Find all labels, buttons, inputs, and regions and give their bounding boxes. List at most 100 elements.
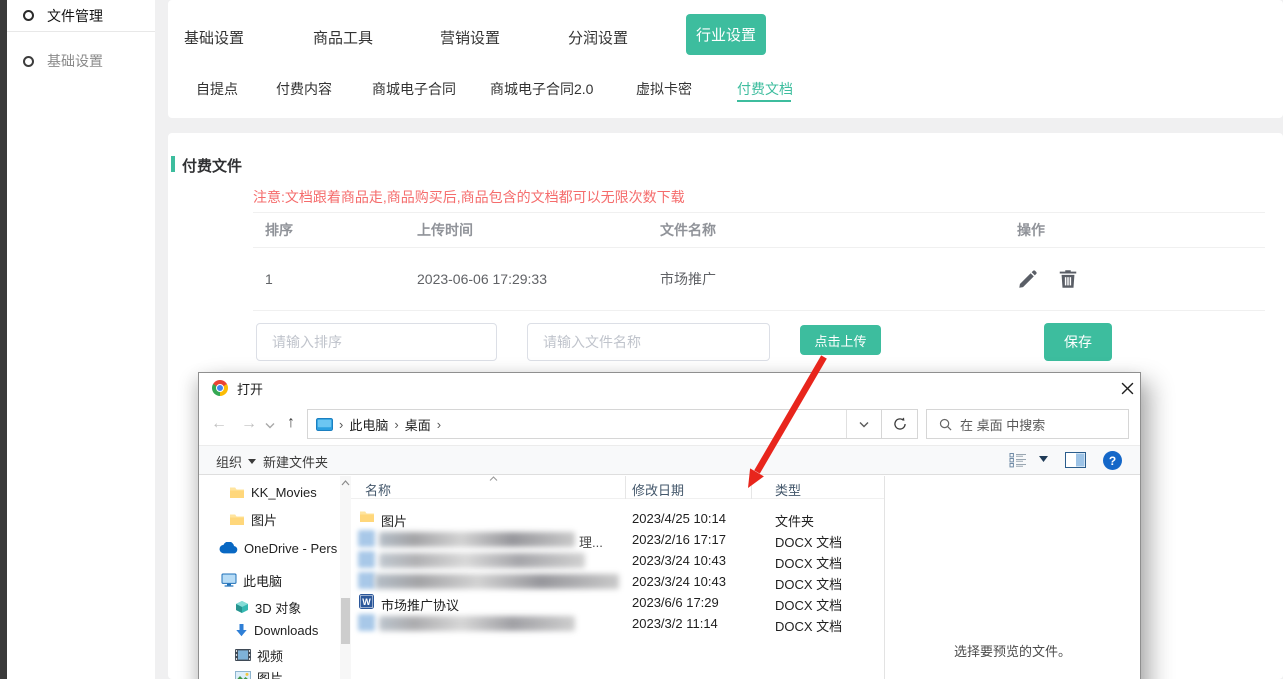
breadcrumb-this-pc[interactable]: 此电脑 [349, 415, 388, 434]
dialog-nav-row: ← → ↑ › 此电脑 › 桌面 › 在 桌面 中搜索 [199, 403, 1140, 445]
breadcrumb-desktop[interactable]: 桌面 [405, 415, 431, 434]
tab-industry-settings-active[interactable]: 行业设置 [686, 14, 766, 55]
cell-sort: 1 [265, 271, 417, 287]
column-date[interactable]: 修改日期 [632, 480, 684, 499]
redacted-file-icon [358, 530, 375, 547]
file-row-redacted[interactable]: 理... 2023/2/16 17:17 DOCX 文档 [351, 529, 884, 550]
file-type: DOCX 文档 [775, 532, 842, 551]
subtab-e-contract-2[interactable]: 商城电子合同2.0 [490, 79, 593, 99]
upload-button[interactable]: 点击上传 [800, 325, 881, 355]
tree-item-videos[interactable]: 视频 [199, 645, 340, 665]
file-name-tail: 理... [579, 532, 603, 551]
redacted-file-name [379, 616, 575, 631]
tree-item-kk-movies[interactable]: KK_Movies [199, 482, 340, 502]
column-type[interactable]: 类型 [775, 480, 801, 499]
tab-profit-settings[interactable]: 分润设置 [568, 27, 628, 48]
edit-pencil-icon[interactable] [1017, 268, 1039, 290]
forward-arrow-icon[interactable]: → [241, 416, 257, 432]
file-name-input[interactable] [527, 323, 770, 361]
breadcrumb-separator[interactable]: › [394, 417, 398, 432]
folder-icon [229, 513, 245, 526]
breadcrumb-separator: › [339, 417, 343, 432]
col-ops: 操作 [1017, 220, 1253, 240]
folder-tree: KK_Movies 图片 OneDrive - Pers 此电脑 3D 对象 D… [199, 476, 340, 679]
file-row-marketing-agreement[interactable]: W 市场推广协议 2023/6/6 17:29 DOCX 文档 [351, 592, 884, 613]
address-bar[interactable]: › 此电脑 › 桌面 › [307, 409, 918, 439]
sidebar-item-file-management[interactable]: 文件管理 [7, 0, 155, 32]
file-date: 2023/6/6 17:29 [632, 595, 719, 610]
redacted-file-name [375, 574, 619, 589]
sort-input[interactable] [256, 323, 497, 361]
cell-name: 市场推广 [660, 269, 1017, 289]
file-row-redacted[interactable]: 2023/3/2 11:14 DOCX 文档 [351, 613, 884, 634]
dialog-toolbar: 组织 新建文件夹 ? [199, 445, 1140, 475]
scrollbar-thumb[interactable] [341, 598, 350, 644]
subtab-e-contract[interactable]: 商城电子合同 [372, 79, 456, 99]
organize-menu[interactable]: 组织 [216, 452, 256, 471]
tree-item-downloads[interactable]: Downloads [199, 620, 340, 640]
preview-pane: 选择要预览的文件。 [884, 476, 1140, 679]
tree-item-pictures[interactable]: 图片 [199, 667, 340, 679]
onedrive-icon [219, 542, 238, 554]
new-folder-button[interactable]: 新建文件夹 [263, 452, 328, 471]
tab-basic-settings[interactable]: 基础设置 [184, 27, 244, 48]
refresh-button[interactable] [881, 410, 917, 438]
section-title: 付费文件 [182, 155, 242, 176]
file-type: DOCX 文档 [775, 574, 842, 593]
up-arrow-icon[interactable]: ↑ [287, 415, 295, 431]
file-row-redacted[interactable]: 2023/3/24 10:43 DOCX 文档 [351, 571, 884, 592]
file-name: 图片 [381, 511, 407, 530]
list-header: 名称 修改日期 类型 [351, 476, 884, 499]
subtab-pickup-point[interactable]: 自提点 [196, 79, 238, 99]
tree-item-this-pc[interactable]: 此电脑 [199, 570, 340, 590]
subtab-virtual-card[interactable]: 虚拟卡密 [636, 79, 692, 99]
save-button[interactable]: 保存 [1044, 323, 1112, 361]
delete-trash-icon[interactable] [1057, 268, 1079, 290]
details-view-icon[interactable] [1009, 452, 1028, 468]
row-actions [1017, 268, 1253, 290]
dialog-titlebar[interactable]: 打开 [199, 373, 1140, 403]
download-icon [235, 623, 248, 637]
help-icon[interactable]: ? [1103, 451, 1122, 470]
col-sort: 排序 [265, 220, 417, 240]
active-tab-underline [737, 100, 791, 102]
tree-scrollbar[interactable] [340, 476, 351, 679]
scroll-up-icon [341, 480, 350, 486]
tree-label: 图片 [257, 668, 283, 679]
radio-circle-icon [23, 56, 34, 67]
radio-circle-icon [23, 10, 34, 21]
tab-product-tools[interactable]: 商品工具 [313, 27, 373, 48]
tree-item-pictures-folder[interactable]: 图片 [199, 509, 340, 529]
col-time: 上传时间 [417, 220, 660, 240]
preview-pane-icon[interactable] [1065, 452, 1086, 468]
subtab-paid-content[interactable]: 付费内容 [276, 79, 332, 99]
tab-marketing-settings[interactable]: 营销设置 [440, 27, 500, 48]
dialog-close-button[interactable] [1112, 377, 1142, 399]
caret-down-icon [248, 459, 256, 464]
back-arrow-icon[interactable]: ← [211, 416, 227, 432]
warning-note: 注意:文档跟着商品走,商品购买后,商品包含的文档都可以无限次数下载 [253, 187, 685, 207]
search-box[interactable]: 在 桌面 中搜索 [926, 409, 1129, 439]
history-chevron-icon[interactable] [265, 422, 275, 429]
file-open-dialog: 打开 ← → ↑ › 此电脑 › 桌面 › [198, 372, 1141, 679]
table-row: 1 2023-06-06 17:29:33 市场推广 [253, 248, 1265, 311]
subtab-paid-docs-active[interactable]: 付费文档 [737, 79, 793, 99]
view-dropdown-icon[interactable] [1039, 456, 1048, 462]
address-dropdown-button[interactable] [846, 410, 881, 438]
cell-time: 2023-06-06 17:29:33 [417, 271, 660, 287]
redacted-file-icon [358, 614, 375, 631]
tree-label: 此电脑 [243, 571, 282, 590]
close-icon [1121, 382, 1134, 395]
tree-item-3d-objects[interactable]: 3D 对象 [199, 597, 340, 617]
sidebar-item-basic-settings[interactable]: 基础设置 [7, 45, 155, 77]
file-row-redacted[interactable]: 2023/3/24 10:43 DOCX 文档 [351, 550, 884, 571]
col-name: 文件名称 [660, 220, 1017, 240]
file-date: 2023/2/16 17:17 [632, 532, 726, 547]
file-row-pictures-folder[interactable]: 图片 2023/4/25 10:14 文件夹 [351, 508, 884, 529]
tree-label: Downloads [254, 623, 318, 638]
column-name[interactable]: 名称 [365, 480, 391, 499]
tree-item-onedrive[interactable]: OneDrive - Pers [199, 538, 340, 558]
breadcrumb-separator[interactable]: › [437, 417, 441, 432]
search-icon [939, 418, 952, 431]
file-name: 市场推广协议 [381, 595, 459, 614]
